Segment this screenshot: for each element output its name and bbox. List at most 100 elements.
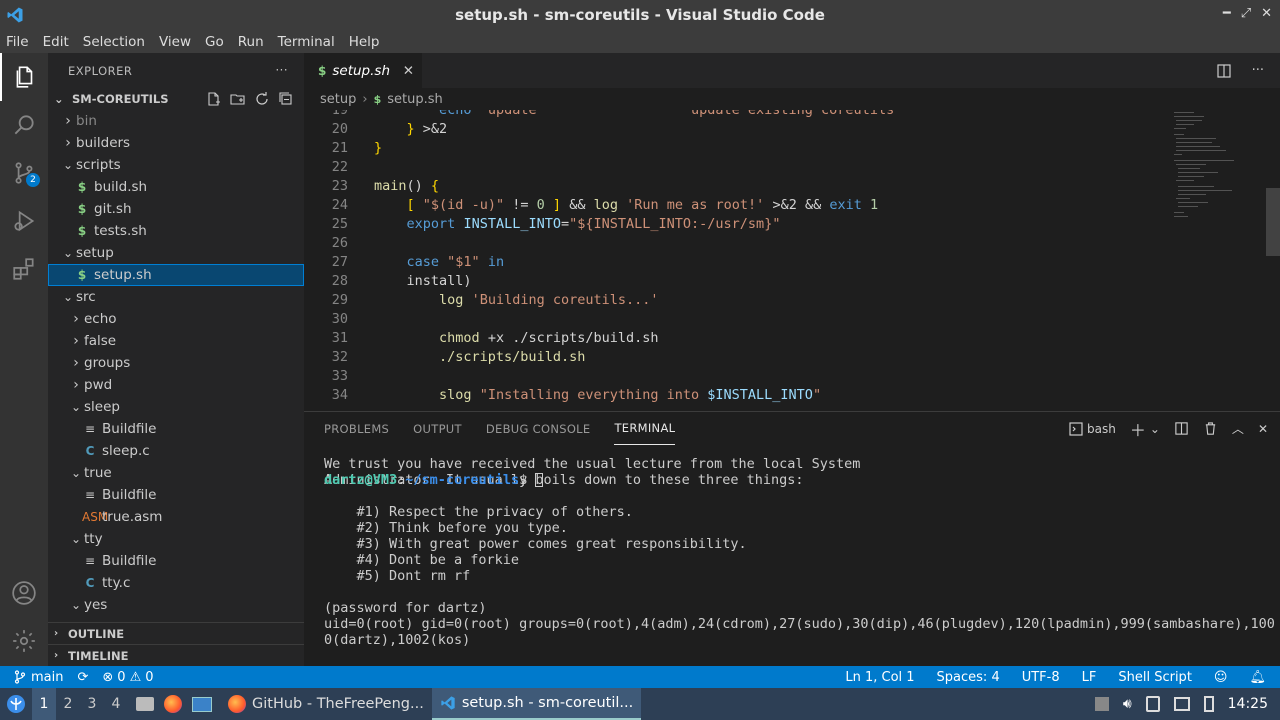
tree-folder[interactable]: › pwd (48, 374, 304, 396)
workspace-2[interactable]: 2 (56, 696, 80, 712)
network-icon[interactable] (1173, 697, 1190, 711)
line-number: 23 (331, 178, 348, 194)
workspace-4[interactable]: 4 (104, 696, 128, 712)
breadcrumb-file[interactable]: setup.sh (387, 92, 443, 107)
indentation[interactable]: Spaces: 4 (937, 670, 1000, 685)
new-file-icon[interactable] (206, 91, 222, 107)
tree-file[interactable]: $ git.sh (48, 198, 304, 220)
tree-file[interactable]: ≡ Buildfile (48, 484, 304, 506)
maximize-icon[interactable]: ⤢ (1241, 6, 1251, 21)
accounts-activity[interactable] (0, 569, 48, 617)
editor-scrollbar[interactable] (1266, 188, 1280, 256)
tree-file[interactable]: ≡ Buildfile (48, 418, 304, 440)
menu-file[interactable]: File (6, 34, 29, 50)
volume-icon[interactable]: 🔊︎ (1123, 696, 1132, 712)
battery-icon[interactable] (1203, 696, 1214, 712)
notifications-icon[interactable]: 🔔︎ (1249, 670, 1266, 685)
menu-view[interactable]: View (159, 34, 191, 50)
code-line: 27 case "$1" in (304, 253, 1164, 272)
tree-folder[interactable]: › echo (48, 308, 304, 330)
manage-activity[interactable] (0, 617, 48, 665)
tree-file[interactable]: ≡ Buildfile (48, 550, 304, 572)
tree-file[interactable]: $ tests.sh (48, 220, 304, 242)
tab-output[interactable]: OUTPUT (413, 412, 462, 445)
timeline-section[interactable]: › TIMELINE (48, 644, 304, 666)
code-view[interactable]: 19 echo "update" "update existing coreut… (304, 110, 1280, 410)
tree-folder[interactable]: ⌄ true (48, 462, 304, 484)
tree-folder[interactable]: ⌄ src (48, 286, 304, 308)
sync-icon[interactable]: ⟳ (77, 670, 88, 685)
branch-indicator[interactable]: main (14, 670, 63, 685)
distro-logo-icon (7, 695, 25, 713)
menu-terminal[interactable]: Terminal (278, 34, 335, 50)
menu-run[interactable]: Run (238, 34, 264, 50)
tree-file[interactable]: Csleep.c (48, 440, 304, 462)
tree-folder[interactable]: › builders (48, 132, 304, 154)
new-folder-icon[interactable] (230, 91, 246, 107)
trash-icon[interactable] (1203, 421, 1218, 436)
file-manager-launcher-icon[interactable] (136, 697, 154, 711)
encoding[interactable]: UTF-8 (1022, 670, 1060, 685)
workspace-3[interactable]: 3 (80, 696, 104, 712)
search-activity[interactable] (0, 101, 48, 149)
chevron-down-icon[interactable]: ⌄ (1150, 422, 1160, 436)
tree-folder[interactable]: › false (48, 330, 304, 352)
desktop-launcher-icon[interactable] (192, 696, 212, 712)
project-header[interactable]: ⌄ SM-COREUTILS (48, 88, 304, 110)
task-firefox[interactable]: GitHub - TheFreePeng... (220, 688, 432, 720)
close-tab-icon[interactable]: ✕ (403, 63, 414, 79)
tray-app-icon[interactable] (1094, 697, 1109, 711)
terminal-output[interactable]: We trust you have received the usual lec… (324, 456, 1275, 648)
extensions-activity[interactable] (0, 245, 48, 293)
run-debug-activity[interactable] (0, 197, 48, 245)
workspace-1[interactable]: 1 (32, 688, 56, 720)
split-terminal-icon[interactable] (1174, 421, 1189, 436)
tree-folder[interactable]: ⌄ tty (48, 528, 304, 550)
tree-folder[interactable]: ⌄ yes (48, 594, 304, 616)
more-editor-actions-icon[interactable]: ··· (1252, 63, 1264, 78)
cursor-position[interactable]: Ln 1, Col 1 (845, 670, 914, 685)
new-terminal-icon[interactable]: ＋ (1130, 417, 1146, 441)
menu-help[interactable]: Help (349, 34, 380, 50)
language-mode[interactable]: Shell Script (1118, 670, 1192, 685)
split-editor-icon[interactable] (1216, 63, 1232, 79)
tree-file[interactable]: $ setup.sh (48, 264, 304, 286)
task-vscode[interactable]: setup.sh - sm-coreutil... (431, 688, 642, 720)
c-file-icon: C (85, 444, 95, 458)
tab-debug-console[interactable]: DEBUG CONSOLE (486, 412, 591, 445)
menu-selection[interactable]: Selection (83, 34, 145, 50)
minimize-icon[interactable]: ━ (1223, 6, 1231, 21)
tree-file[interactable]: ASM true.asm (48, 506, 304, 528)
terminal-selector[interactable]: bash (1069, 422, 1116, 436)
collapse-all-icon[interactable] (278, 91, 294, 107)
tab-problems[interactable]: PROBLEMS (324, 412, 389, 445)
more-actions-icon[interactable]: ··· (276, 63, 288, 77)
tree-file[interactable]: $ build.sh (48, 176, 304, 198)
tree-file[interactable]: Ctty.c (48, 572, 304, 594)
clipboard-icon[interactable] (1145, 696, 1160, 712)
source-control-activity[interactable]: 2 (0, 149, 48, 197)
tab-terminal[interactable]: TERMINAL (614, 412, 676, 445)
close-panel-icon[interactable]: ✕ (1258, 422, 1268, 436)
refresh-icon[interactable] (254, 91, 270, 107)
start-menu-icon[interactable] (0, 694, 32, 714)
end-of-line[interactable]: LF (1082, 670, 1097, 685)
tree-folder[interactable]: ⌄ sleep (48, 396, 304, 418)
maximize-panel-icon[interactable]: ︿ (1232, 420, 1244, 437)
tree-folder[interactable]: ⌄ setup (48, 242, 304, 264)
problems-indicator[interactable]: ⊗ 0 ⚠ 0 (102, 670, 153, 685)
firefox-launcher-icon[interactable] (164, 695, 182, 713)
tree-folder[interactable]: › groups (48, 352, 304, 374)
menu-go[interactable]: Go (205, 34, 224, 50)
explorer-activity[interactable] (0, 53, 48, 101)
tree-folder[interactable]: ⌄ scripts (48, 154, 304, 176)
outline-section[interactable]: › OUTLINE (48, 622, 304, 644)
tab-setup-sh[interactable]: $ setup.sh ✕ (304, 53, 422, 88)
breadcrumb-folder[interactable]: setup (320, 92, 356, 107)
close-window-icon[interactable]: ✕ (1261, 6, 1272, 21)
minimap[interactable] (1168, 110, 1278, 230)
feedback-icon[interactable]: ☺ (1214, 670, 1228, 685)
menu-edit[interactable]: Edit (43, 34, 69, 50)
tree-folder[interactable]: › bin (48, 110, 304, 132)
clock[interactable]: 14:25 (1228, 696, 1268, 712)
